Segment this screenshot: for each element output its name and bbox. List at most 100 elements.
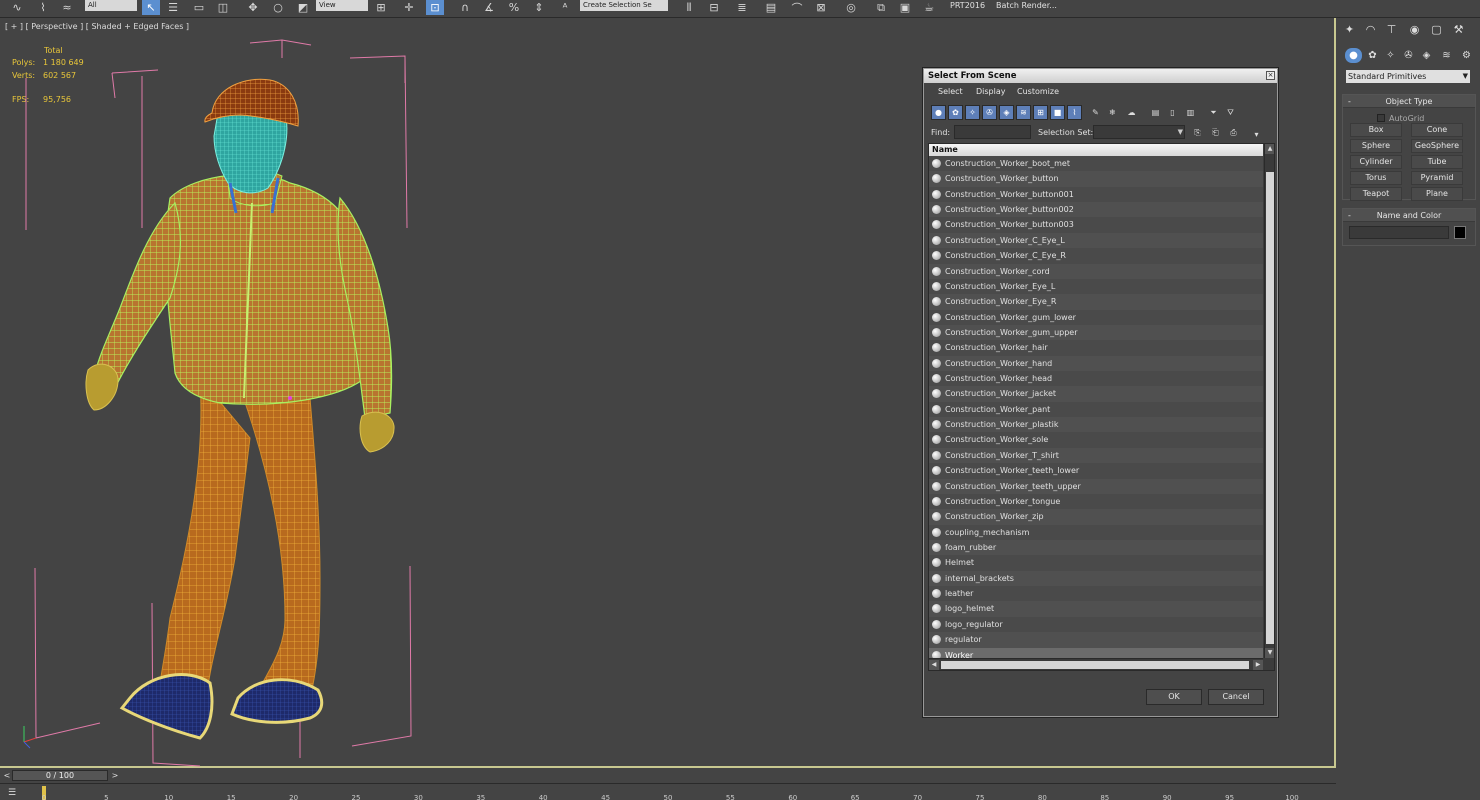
- list-item[interactable]: logo_helmet: [929, 601, 1263, 617]
- spinner-snap-icon[interactable]: ⇕: [530, 0, 548, 15]
- named-selection-set-dropdown[interactable]: Create Selection Se: [580, 0, 668, 11]
- render-setup-icon[interactable]: ⧉: [872, 0, 890, 15]
- link-icon[interactable]: ∿: [8, 0, 26, 15]
- list-item[interactable]: coupling_mechanism: [929, 524, 1263, 540]
- select-object-icon[interactable]: ↖: [142, 0, 160, 15]
- sphere-button[interactable]: Sphere: [1350, 139, 1402, 153]
- display-frozen-icon[interactable]: ❄: [1105, 105, 1120, 120]
- list-item[interactable]: Construction_Worker_hand: [929, 355, 1263, 372]
- cameras-icon[interactable]: ✇: [1400, 48, 1417, 63]
- display-groups-icon[interactable]: ⊞: [1033, 105, 1048, 120]
- rotate-icon[interactable]: ○: [269, 0, 287, 15]
- list-item[interactable]: logo_regulator: [929, 616, 1263, 633]
- helpers-icon[interactable]: ◈: [1418, 48, 1435, 63]
- filter-icon[interactable]: ⏷: [1206, 105, 1221, 120]
- snap-toggle-icon[interactable]: ∩: [456, 0, 474, 15]
- object-color-swatch[interactable]: [1454, 226, 1466, 239]
- horizontal-scroll-thumb[interactable]: [941, 661, 1249, 669]
- display-geometry-icon[interactable]: ●: [931, 105, 946, 120]
- list-item[interactable]: internal_brackets: [929, 570, 1263, 587]
- shapes-icon[interactable]: ✿: [1364, 48, 1381, 63]
- tube-button[interactable]: Tube: [1411, 155, 1463, 169]
- scroll-up-icon[interactable]: ▲: [1265, 144, 1274, 154]
- list-item[interactable]: Construction_Worker_button003: [929, 217, 1263, 233]
- percent-snap-icon[interactable]: %: [505, 0, 523, 15]
- create-tab-icon[interactable]: ✦: [1341, 22, 1358, 37]
- list-item[interactable]: Helmet: [929, 555, 1263, 571]
- display-cameras-icon[interactable]: ✇: [982, 105, 997, 120]
- list-item[interactable]: Construction_Worker_teeth_lower: [929, 463, 1263, 479]
- pivot-center-icon[interactable]: ⊞: [372, 0, 390, 15]
- batch-render-button[interactable]: Batch Render...: [996, 0, 1057, 13]
- mini-curve-editor-icon[interactable]: ☰: [8, 788, 22, 798]
- object-type-header[interactable]: - Object Type: [1343, 95, 1475, 108]
- track-bar[interactable]: ☰ 0 5 10 15 20 25 30 35 40 45 50 55 60 65 70 75 80 85 90 95…: [0, 783, 1336, 800]
- name-column-header[interactable]: Name: [929, 144, 1263, 156]
- schematic-view-icon[interactable]: ⊠: [812, 0, 830, 15]
- vertical-scrollbar[interactable]: ▲ ▼: [1264, 144, 1274, 658]
- time-slider[interactable]: < 0 / 100 >: [0, 770, 120, 782]
- list-item[interactable]: Construction_Worker_button: [929, 171, 1263, 187]
- list-item[interactable]: regulator: [929, 632, 1263, 648]
- list-item[interactable]: Construction_Worker_pant: [929, 401, 1263, 418]
- torus-button[interactable]: Torus: [1350, 171, 1402, 185]
- display-containers-icon[interactable]: ✎: [1088, 105, 1103, 120]
- selection-filter-dropdown[interactable]: All: [85, 0, 137, 11]
- list-item[interactable]: Construction_Worker_C_Eye_R: [929, 248, 1263, 264]
- display-tab-icon[interactable]: ▢: [1428, 22, 1445, 37]
- prt-label[interactable]: PRT2016: [950, 0, 985, 13]
- curve-editor-icon[interactable]: ⌒: [788, 0, 806, 15]
- display-xrefs-icon[interactable]: ■: [1050, 105, 1065, 120]
- menu-display[interactable]: Display: [976, 87, 1006, 96]
- list-item[interactable]: Construction_Worker_button001: [929, 186, 1263, 203]
- selection-set-dropdown[interactable]: ▼: [1093, 125, 1185, 139]
- close-icon[interactable]: ×: [1266, 71, 1275, 80]
- list-item[interactable]: foam_rubber: [929, 539, 1263, 556]
- keyboard-shortcut-override-icon[interactable]: ⊡: [426, 0, 444, 15]
- move-icon[interactable]: ✥: [244, 0, 262, 15]
- cancel-button[interactable]: Cancel: [1208, 689, 1264, 705]
- display-space-warps-icon[interactable]: ≋: [1016, 105, 1031, 120]
- name-and-color-header[interactable]: - Name and Color: [1343, 209, 1475, 222]
- list-item[interactable]: Construction_Worker_jacket: [929, 386, 1263, 402]
- list-item[interactable]: Construction_Worker_zip: [929, 509, 1263, 525]
- menu-select[interactable]: Select: [938, 87, 963, 96]
- autogrid-checkbox[interactable]: AutoGrid: [1377, 114, 1424, 123]
- scroll-right-icon[interactable]: ▶: [1253, 660, 1263, 670]
- list-item[interactable]: Construction_Worker_button002: [929, 202, 1263, 218]
- display-bones-icon[interactable]: ⌇: [1067, 105, 1082, 120]
- select-by-name-icon[interactable]: ☰: [164, 0, 182, 15]
- select-all-icon[interactable]: ▤: [1148, 105, 1163, 120]
- window-crossing-icon[interactable]: ◫: [214, 0, 232, 15]
- next-frame-icon[interactable]: >: [110, 770, 120, 781]
- reference-coordinate-dropdown[interactable]: View: [316, 0, 368, 11]
- cylinder-button[interactable]: Cylinder: [1350, 155, 1402, 169]
- object-name-input[interactable]: [1349, 226, 1449, 239]
- display-hidden-icon[interactable]: ☁: [1124, 105, 1139, 120]
- time-slider-bar[interactable]: 0 / 100: [12, 770, 108, 781]
- previous-frame-icon[interactable]: <: [2, 770, 12, 781]
- list-item[interactable]: Construction_Worker_sole: [929, 432, 1263, 448]
- horizontal-scrollbar[interactable]: ◀ ▶: [929, 658, 1263, 670]
- geometry-icon[interactable]: ●: [1345, 48, 1362, 63]
- edit-named-selection-icon[interactable]: ᴬ: [556, 0, 574, 15]
- list-item[interactable]: Construction_Worker_tongue: [929, 493, 1263, 510]
- list-item[interactable]: Construction_Worker_cord: [929, 263, 1263, 279]
- display-shapes-icon[interactable]: ✿: [948, 105, 963, 120]
- list-item[interactable]: Construction_Worker_Eye_R: [929, 294, 1263, 310]
- hierarchy-tab-icon[interactable]: ⊤: [1383, 22, 1400, 37]
- pyramid-button[interactable]: Pyramid: [1411, 171, 1463, 185]
- list-item[interactable]: Construction_Worker_hair: [929, 340, 1263, 356]
- align-icon[interactable]: ⊟: [705, 0, 723, 15]
- modify-tab-icon[interactable]: ◠: [1362, 22, 1379, 37]
- box-button[interactable]: Box: [1350, 123, 1402, 137]
- select-manipulate-icon[interactable]: ✛: [400, 0, 418, 15]
- mirror-icon[interactable]: ⫴: [680, 0, 698, 15]
- scroll-left-icon[interactable]: ◀: [929, 660, 939, 670]
- graphite-ribbon-icon[interactable]: ▤: [762, 0, 780, 15]
- vertical-scroll-thumb[interactable]: [1266, 172, 1274, 644]
- list-item[interactable]: Construction_Worker_gum_lower: [929, 309, 1263, 325]
- plane-button[interactable]: Plane: [1411, 187, 1463, 201]
- dialog-title[interactable]: Select From Scene: [924, 69, 1277, 83]
- list-item[interactable]: Construction_Worker_T_shirt: [929, 447, 1263, 464]
